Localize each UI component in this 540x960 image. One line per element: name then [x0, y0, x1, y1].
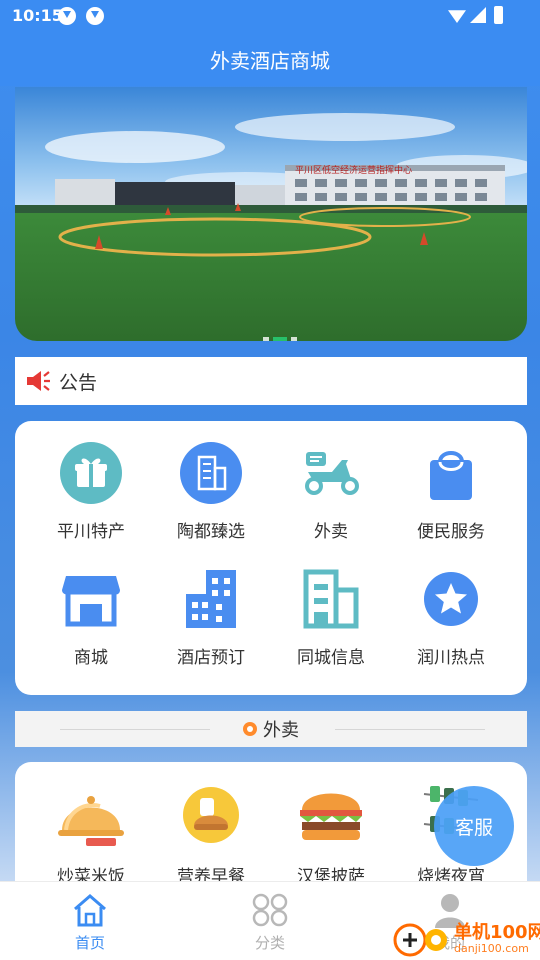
status-bar: 10:15 [0, 0, 540, 32]
storefront-icon [59, 567, 123, 631]
category-label: 便民服务 [417, 522, 485, 542]
notice-label: 公告 [59, 371, 98, 394]
banner-caption: 平川区低空经济运营指挥中心 [295, 164, 412, 176]
category-label: 平川特产 [57, 522, 125, 542]
watermark-title: 单机100网 [454, 922, 540, 943]
category-item-services[interactable]: 便民服务 [387, 425, 515, 543]
city-building-icon [299, 567, 363, 631]
location-dot-icon [243, 722, 257, 736]
download-icon [58, 7, 76, 25]
nav-item-home[interactable]: 首页 [0, 882, 180, 960]
app-screen: 10:15 外卖酒店商城 平川区低空经济运营指挥中心 公告 平川特产 陶都臻选 … [0, 0, 540, 960]
category-label: 陶都臻选 [177, 522, 245, 542]
customer-service-button[interactable]: 客服 [434, 786, 514, 866]
banner-image: 平川区低空经济运营指挥中心 [15, 87, 527, 341]
gift-icon [59, 441, 123, 505]
nav-item-category[interactable]: 分类 [180, 882, 360, 960]
category-label: 外卖 [314, 522, 348, 542]
shopping-bag-icon [419, 441, 483, 505]
divider [335, 729, 485, 730]
watermark-url: danji100.com [454, 942, 529, 955]
category-item-city-info[interactable]: 同城信息 [267, 551, 395, 669]
pager-dot [291, 337, 297, 341]
signal-icon [470, 7, 486, 23]
nav-label: 首页 [74, 934, 105, 952]
hotel-icon [179, 567, 243, 631]
pager-dot-active [273, 337, 287, 341]
download-icon [86, 7, 104, 25]
star-icon [419, 567, 483, 631]
category-label: 润川热点 [417, 648, 485, 668]
home-icon [70, 892, 110, 928]
notice-bar[interactable]: 公告 [15, 357, 527, 405]
banner-pager [263, 337, 297, 341]
page-title: 外卖酒店商城 [210, 48, 330, 73]
category-label: 同城信息 [297, 648, 365, 668]
category-item-takeout[interactable]: 外卖 [267, 425, 395, 543]
category-item-taodu[interactable]: 陶都臻选 [147, 425, 275, 543]
takeout-item-rice[interactable]: 炒菜米饭 [27, 762, 155, 887]
status-time: 10:15 [12, 6, 63, 25]
takeout-item-breakfast[interactable]: 营养早餐 [147, 762, 275, 887]
watermark: 单机100网 danji100.com [392, 918, 540, 960]
section-title: 外卖 [263, 720, 299, 741]
category-item-mall[interactable]: 商城 [27, 551, 155, 669]
service-label: 客服 [454, 816, 493, 839]
wifi-icon [448, 10, 466, 23]
megaphone-icon [27, 371, 50, 391]
category-item-hotel[interactable]: 酒店预订 [147, 551, 275, 669]
banner-carousel[interactable]: 平川区低空经济运营指挥中心 [15, 87, 527, 341]
takeout-item-burger[interactable]: 汉堡披萨 [267, 762, 395, 887]
nav-label: 分类 [254, 934, 285, 952]
battery-icon [494, 6, 503, 24]
category-label: 酒店预订 [177, 648, 245, 668]
category-item-hotspot[interactable]: 润川热点 [387, 551, 515, 669]
cloche-icon [56, 780, 126, 850]
watermark-logo-icon [393, 923, 447, 957]
takeout-section-header: 外卖 [15, 711, 527, 747]
category-label: 商城 [74, 648, 108, 668]
category-icon [250, 892, 290, 928]
category-item-specialty[interactable]: 平川特产 [27, 425, 155, 543]
category-card: 平川特产 陶都臻选 外卖 便民服务 商城 酒店预订 同城信息 润川热点 [15, 421, 527, 695]
divider [60, 729, 210, 730]
bread-icon [176, 780, 246, 850]
building-icon [179, 441, 243, 505]
category-grid: 平川特产 陶都臻选 外卖 便民服务 商城 酒店预订 同城信息 润川热点 [15, 421, 527, 695]
burger-icon [296, 780, 366, 850]
pager-dot [263, 337, 269, 341]
app-header: 外卖酒店商城 [0, 32, 540, 86]
scooter-icon [299, 441, 363, 505]
